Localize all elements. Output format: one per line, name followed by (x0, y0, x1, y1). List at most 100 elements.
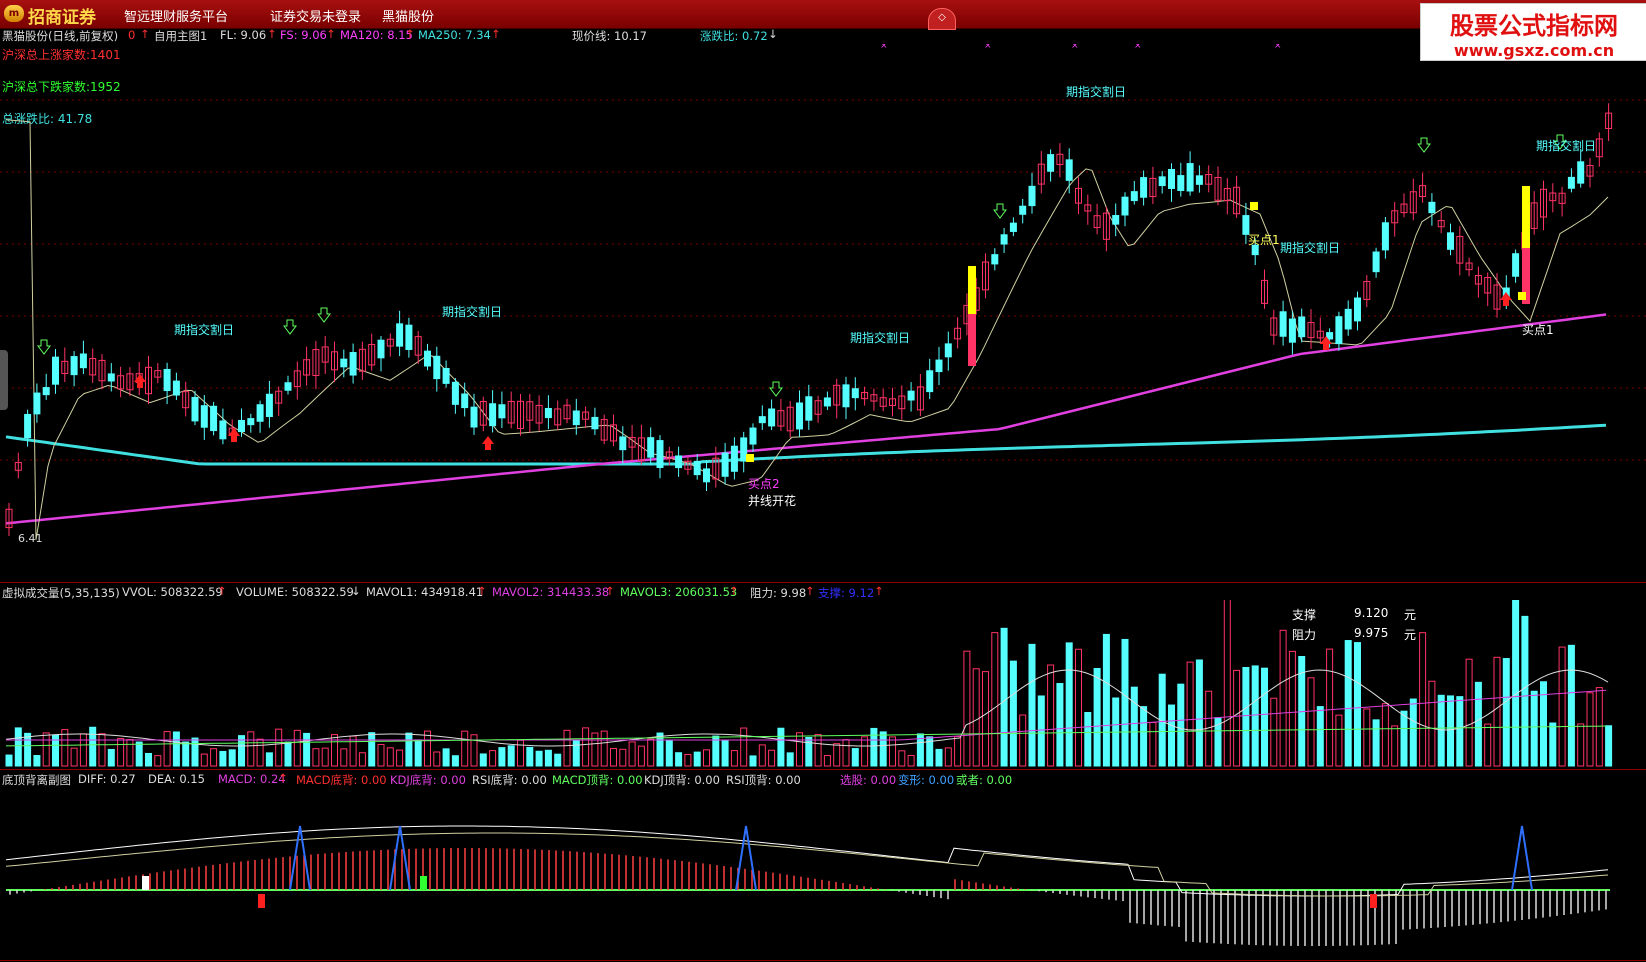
candle-body (1195, 175, 1203, 185)
candle-body (1242, 215, 1250, 235)
divergence-marker (420, 876, 427, 890)
volume-bar (628, 741, 636, 767)
volume-bar (768, 749, 776, 767)
volume-bar (1456, 696, 1464, 767)
volume-bar (1279, 629, 1287, 767)
volume-bar (396, 749, 404, 767)
panel-separator (0, 960, 1646, 961)
highlight-candle (1522, 186, 1530, 248)
volume-bar (200, 753, 208, 767)
volume-bar (154, 755, 162, 767)
candle-body (349, 352, 357, 376)
candle-body (1121, 196, 1129, 216)
volume-bar (479, 753, 487, 767)
candle-body (675, 455, 683, 469)
volume-bar (98, 733, 106, 767)
volume-bar (898, 750, 906, 767)
volume-bar (805, 736, 813, 767)
candle-body (42, 387, 50, 396)
sell-arrow-icon (1417, 137, 1431, 153)
diff-value: DIFF: 0.27 (78, 772, 136, 786)
volume-bar (303, 732, 311, 767)
dea-value: DEA: 0.15 (148, 772, 205, 786)
volume-bar (610, 748, 617, 767)
futures-day-label: 期指交割日 (174, 322, 234, 337)
volume-bar (1493, 656, 1501, 767)
macd-chart[interactable] (0, 786, 1646, 962)
volume-bar (907, 755, 915, 767)
divergence-peak (289, 825, 311, 891)
candle-body (1140, 177, 1148, 198)
candle-body (470, 406, 478, 428)
volume-bar (777, 727, 785, 767)
sell-arrow-icon (993, 203, 1007, 219)
candlestick-chart[interactable]: × × × × × 期指交割日 期指交割日 期指交割日 期指交割日 期指交割日 期指交割… (0, 44, 1646, 580)
volume-bar (982, 671, 989, 767)
candle-body (1428, 201, 1436, 214)
candle-body (200, 405, 208, 428)
candle-body (433, 355, 441, 380)
volume-bar (210, 748, 218, 767)
volume-bar (740, 727, 748, 767)
volume-bar (814, 733, 822, 767)
candle-body (758, 416, 766, 424)
candle-body (1158, 176, 1166, 187)
volume-bar (823, 755, 831, 767)
candle-body (1567, 176, 1575, 189)
volume-bar (591, 732, 599, 767)
menu-wealth-platform[interactable]: 智远理财服务平台 (124, 6, 228, 25)
red-up-arrow-icon: ↑ (267, 27, 277, 41)
candle-body (107, 373, 115, 382)
dropdown-toggle-button[interactable]: ◇ (928, 8, 956, 30)
candle-body (805, 396, 813, 421)
candle-body (247, 418, 255, 426)
volume-bar (1474, 681, 1482, 767)
candle-body (1344, 308, 1352, 330)
candle-body (489, 403, 497, 427)
volume-bar (972, 668, 980, 767)
volume-bar (117, 738, 125, 767)
volume-bar (135, 741, 143, 767)
volume-bar (861, 736, 869, 767)
volume-chart[interactable] (0, 600, 1646, 770)
buy-arrow-icon (482, 436, 494, 450)
volume-bar (1056, 683, 1064, 767)
volume-bar (284, 741, 292, 767)
panel-separator (0, 582, 1646, 583)
volume-bar (172, 731, 180, 767)
candles-group (5, 103, 1613, 537)
candle-body (256, 404, 264, 422)
candle-body (1372, 251, 1380, 273)
candle-body (656, 440, 664, 468)
volume-bar (535, 750, 543, 767)
volume-bar (14, 727, 22, 767)
menu-stock-name[interactable]: 黑猫股份 (382, 6, 434, 25)
buy-point-2-label: 买点2 (748, 477, 780, 491)
lines-bloom-label: 并线开花 (748, 493, 796, 508)
volume-bar (582, 727, 590, 767)
red-up-arrow-icon: ↑ (729, 584, 739, 598)
volume-bar (340, 748, 348, 767)
volume-bar (433, 751, 441, 767)
volume-bar (1419, 632, 1427, 767)
chart-gridlines (0, 99, 1646, 461)
stock-title: 黑猫股份(日线,前复权) (2, 29, 119, 43)
red-up-arrow-icon: ↑ (217, 584, 227, 598)
left-scroll-handle[interactable] (0, 350, 8, 410)
volume-bar (1093, 667, 1101, 767)
volume-bar (182, 741, 190, 767)
candle-body (768, 408, 776, 427)
menu-trade-login[interactable]: 证券交易未登录 (270, 6, 361, 25)
volume-bar (665, 740, 673, 767)
volume-bar (1409, 698, 1417, 767)
volume-bar (647, 738, 655, 767)
divergence-marker (1370, 894, 1377, 908)
volume-bar (1047, 664, 1055, 767)
formula-name[interactable]: 自用主图1 (154, 28, 207, 44)
volume-bar (1168, 704, 1175, 767)
candle-body (1577, 161, 1585, 184)
volume-bar (963, 650, 971, 767)
volume-bar (703, 749, 710, 767)
candle-body (935, 359, 943, 373)
volume-bar (5, 754, 13, 767)
